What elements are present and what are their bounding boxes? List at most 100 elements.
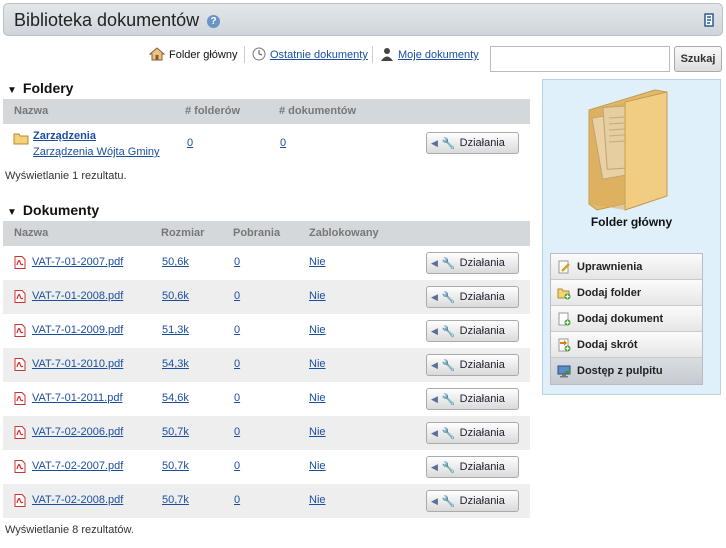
document-downloads-link[interactable]: 0 <box>234 324 240 336</box>
actions-button[interactable]: ◀ 🔧 Działania <box>426 388 519 410</box>
wrench-icon: 🔧 <box>441 359 456 372</box>
permissions-icon <box>557 260 571 274</box>
nav-mine[interactable]: Moje dokumenty <box>380 46 479 64</box>
arrow-left-icon: ◀ <box>431 291 438 302</box>
add-document-menu-item[interactable]: Dodaj dokument <box>551 306 702 332</box>
document-size-link[interactable]: 50,6k <box>162 256 189 268</box>
folder-desc-link[interactable]: Zarządzenia Wójta Gminy <box>33 146 160 158</box>
folders-result-info: Wyświetlanie 1 rezultatu. <box>5 170 127 182</box>
nav-recent[interactable]: Ostatnie dokumenty <box>252 46 368 64</box>
arrow-left-icon: ◀ <box>431 137 438 148</box>
divider <box>244 46 245 63</box>
document-size-link[interactable]: 54,6k <box>162 392 189 404</box>
document-size-link[interactable]: 50,7k <box>162 426 189 438</box>
nav-home-label: Folder główny <box>169 49 238 61</box>
wrench-icon: 🔧 <box>441 495 456 508</box>
wrench-icon: 🔧 <box>441 137 456 150</box>
permissions-menu-item[interactable]: Uprawnienia <box>551 254 702 280</box>
desktop-access-menu-item[interactable]: Dostęp z pulpitu <box>551 358 702 384</box>
folder-icon <box>575 84 675 215</box>
document-size-link[interactable]: 54,3k <box>162 358 189 370</box>
table-row: VAT-7-02-2008.pdf 50,7k 0 Nie ◀ 🔧 Działania <box>3 484 530 518</box>
document-count-link[interactable]: 0 <box>280 137 286 149</box>
document-locked-link[interactable]: Nie <box>309 324 326 336</box>
actions-button[interactable]: ◀ 🔧 Działania <box>426 490 519 512</box>
configuration-icon[interactable] <box>702 12 716 28</box>
search-input[interactable] <box>490 46 670 72</box>
add-folder-menu-item[interactable]: Dodaj folder <box>551 280 702 306</box>
document-downloads-link[interactable]: 0 <box>234 290 240 302</box>
collapse-icon[interactable]: ▼ <box>7 207 17 218</box>
document-size-link[interactable]: 50,6k <box>162 290 189 302</box>
add-document-icon <box>557 312 571 326</box>
column-header: Pobrania <box>233 227 281 239</box>
document-name-link[interactable]: VAT-7-01-2007.pdf <box>32 256 123 268</box>
page-header: Biblioteka dokumentów ? <box>3 3 723 36</box>
wrench-icon: 🔧 <box>441 427 456 440</box>
nav-home[interactable]: Folder główny <box>148 46 238 65</box>
arrow-left-icon: ◀ <box>431 461 438 472</box>
home-icon <box>148 46 166 65</box>
actions-button[interactable]: ◀ 🔧 Działania <box>426 252 519 274</box>
actions-button[interactable]: ◀ 🔧 Działania <box>426 320 519 342</box>
nav-recent-link[interactable]: Ostatnie dokumenty <box>270 49 368 61</box>
document-locked-link[interactable]: Nie <box>309 358 326 370</box>
arrow-left-icon: ◀ <box>431 325 438 336</box>
nav-mine-link[interactable]: Moje dokumenty <box>398 49 479 61</box>
document-locked-link[interactable]: Nie <box>309 494 326 506</box>
actions-button[interactable]: ◀ 🔧 Działania <box>426 456 519 478</box>
actions-button[interactable]: ◀ 🔧 Działania <box>426 422 519 444</box>
table-row: VAT-7-01-2007.pdf 50,6k 0 Nie ◀ 🔧 Działania <box>3 246 530 280</box>
actions-button[interactable]: ◀ 🔧 Działania <box>426 286 519 308</box>
document-locked-link[interactable]: Nie <box>309 426 326 438</box>
document-downloads-link[interactable]: 0 <box>234 426 240 438</box>
wrench-icon: 🔧 <box>441 393 456 406</box>
add-shortcut-menu-item[interactable]: Dodaj skrót <box>551 332 702 358</box>
actions-button[interactable]: ◀ 🔧 Działania <box>426 354 519 376</box>
table-row: VAT-7-01-2009.pdf 51,3k 0 Nie ◀ 🔧 Działania <box>3 314 530 348</box>
document-locked-link[interactable]: Nie <box>309 290 326 302</box>
actions-button[interactable]: ◀ 🔧 Działania <box>426 132 519 154</box>
document-locked-link[interactable]: Nie <box>309 392 326 404</box>
add-folder-icon <box>557 286 571 300</box>
folder-icon <box>13 131 29 148</box>
collapse-icon[interactable]: ▼ <box>7 85 17 96</box>
help-icon[interactable]: ? <box>207 15 220 28</box>
wrench-icon: 🔧 <box>441 461 456 474</box>
document-name-link[interactable]: VAT-7-01-2008.pdf <box>32 290 123 302</box>
document-locked-link[interactable]: Nie <box>309 256 326 268</box>
document-size-link[interactable]: 51,3k <box>162 324 189 336</box>
document-name-link[interactable]: VAT-7-01-2009.pdf <box>32 324 123 336</box>
document-size-link[interactable]: 50,7k <box>162 494 189 506</box>
document-downloads-link[interactable]: 0 <box>234 460 240 472</box>
folder-name-link[interactable]: Zarządzenia <box>33 130 96 142</box>
folders-section-title[interactable]: ▼ Foldery <box>7 80 73 96</box>
user-icon <box>380 47 394 64</box>
pdf-icon <box>14 426 26 439</box>
column-header: Nazwa <box>14 105 49 117</box>
document-locked-link[interactable]: Nie <box>309 460 326 472</box>
table-row: VAT-7-01-2010.pdf 54,3k 0 Nie ◀ 🔧 Działania <box>3 348 530 382</box>
document-name-link[interactable]: VAT-7-02-2008.pdf <box>32 494 123 506</box>
document-downloads-link[interactable]: 0 <box>234 392 240 404</box>
folder-info-panel: Folder główny Uprawnienia Dodaj folder D… <box>542 79 721 395</box>
document-size-link[interactable]: 50,7k <box>162 460 189 472</box>
column-header: Nazwa <box>14 227 49 239</box>
document-name-link[interactable]: VAT-7-02-2006.pdf <box>32 426 123 438</box>
pdf-icon <box>14 290 26 303</box>
document-name-link[interactable]: VAT-7-01-2011.pdf <box>32 392 123 404</box>
document-downloads-link[interactable]: 0 <box>234 494 240 506</box>
document-downloads-link[interactable]: 0 <box>234 358 240 370</box>
folder-count-link[interactable]: 0 <box>187 137 193 149</box>
page-title: Biblioteka dokumentów <box>14 10 200 30</box>
table-row: VAT-7-01-2011.pdf 54,6k 0 Nie ◀ 🔧 Działania <box>3 382 530 416</box>
clock-icon <box>252 47 266 64</box>
search-button[interactable]: Szukaj <box>674 46 722 72</box>
arrow-left-icon: ◀ <box>431 495 438 506</box>
document-name-link[interactable]: VAT-7-01-2010.pdf <box>32 358 123 370</box>
document-downloads-link[interactable]: 0 <box>234 256 240 268</box>
wrench-icon: 🔧 <box>441 291 456 304</box>
table-row: VAT-7-02-2007.pdf 50,7k 0 Nie ◀ 🔧 Działania <box>3 450 530 484</box>
documents-section-title[interactable]: ▼ Dokumenty <box>7 202 99 218</box>
document-name-link[interactable]: VAT-7-02-2007.pdf <box>32 460 123 472</box>
